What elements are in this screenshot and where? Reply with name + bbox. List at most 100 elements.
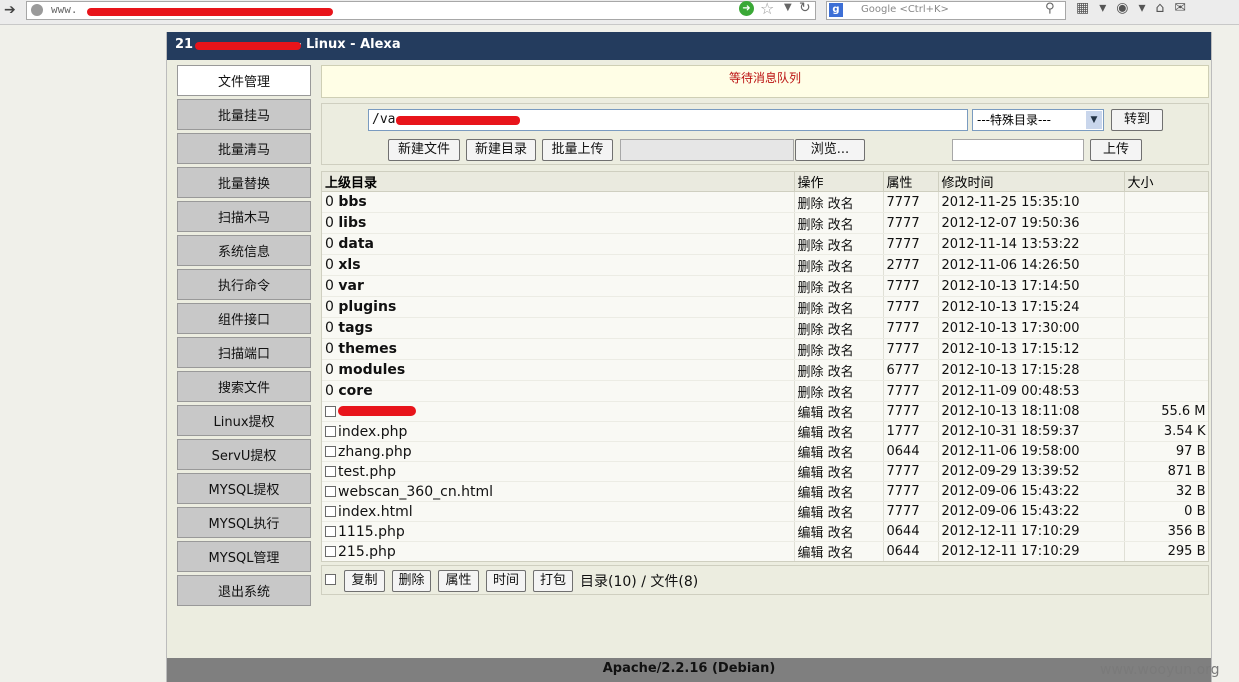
attribute-link[interactable]: 1777 xyxy=(883,421,939,442)
chevron-down-icon[interactable]: ▼ xyxy=(1086,111,1102,129)
modified-time-link[interactable]: 2012-11-09 00:48:53 xyxy=(938,380,1125,402)
upload-button[interactable]: 上传 xyxy=(1090,139,1142,161)
delete-button[interactable]: 删除 xyxy=(392,570,431,592)
attribute-link[interactable]: 2777 xyxy=(883,254,939,276)
batch-upload-button[interactable]: 批量上传 xyxy=(542,139,613,161)
modified-time-link[interactable]: 2012-10-13 17:30:00 xyxy=(938,317,1125,339)
attribute-link[interactable]: 0644 xyxy=(883,441,939,462)
modified-time-link[interactable]: 2012-10-31 18:59:37 xyxy=(938,421,1125,442)
modified-time-link[interactable]: 2012-10-13 17:15:24 xyxy=(938,296,1125,318)
rename-link[interactable]: 改名 xyxy=(828,281,854,296)
go-arrow-icon[interactable]: ➜ xyxy=(739,1,754,16)
history-dropdown-icon[interactable]: ▼ xyxy=(784,2,792,13)
attribute-button[interactable]: 属性 xyxy=(438,570,479,592)
rename-link[interactable]: 改名 xyxy=(828,406,854,421)
attribute-link[interactable]: 7777 xyxy=(883,501,939,522)
new-file-button[interactable]: 新建文件 xyxy=(388,139,460,161)
rename-link[interactable]: 改名 xyxy=(828,486,854,501)
file-link[interactable]: zhang.php xyxy=(338,444,412,460)
delete-link[interactable]: 删除 xyxy=(798,365,824,380)
rename-link[interactable]: 改名 xyxy=(828,260,854,275)
sidebar-item-linux-privesc[interactable]: Linux提权 xyxy=(177,405,311,436)
modified-time-link[interactable]: 2012-10-13 17:15:28 xyxy=(938,359,1125,381)
sidebar-item-servu-privesc[interactable]: ServU提权 xyxy=(177,439,311,470)
rename-link[interactable]: 改名 xyxy=(828,302,854,317)
sidebar-item-port-scan[interactable]: 扫描端口 xyxy=(177,337,311,368)
reload-icon[interactable]: ↻ xyxy=(799,0,811,16)
attribute-link[interactable]: 0644 xyxy=(883,541,939,561)
modified-time-link[interactable]: 2012-11-14 13:53:22 xyxy=(938,233,1125,255)
sidebar-item-search-files[interactable]: 搜索文件 xyxy=(177,371,311,402)
directory-link[interactable]: data xyxy=(338,236,374,252)
rename-link[interactable]: 改名 xyxy=(828,426,854,441)
sidebar-item-mysql-manage[interactable]: MYSQL管理 xyxy=(177,541,311,572)
file-checkbox[interactable] xyxy=(325,445,336,457)
file-checkbox[interactable] xyxy=(325,405,336,417)
addon-icon[interactable]: ▦ xyxy=(1076,0,1089,16)
delete-link[interactable]: 删除 xyxy=(798,302,824,317)
select-all-checkbox[interactable] xyxy=(325,574,336,585)
pack-button[interactable]: 打包 xyxy=(533,570,573,592)
delete-link[interactable]: 删除 xyxy=(798,197,824,212)
parent-directory-link[interactable]: 上级目录 xyxy=(322,172,795,192)
modified-time-link[interactable]: 2012-09-06 15:43:22 xyxy=(938,481,1125,502)
directory-link[interactable]: xls xyxy=(338,257,360,273)
delete-link[interactable]: 删除 xyxy=(798,323,824,338)
rename-link[interactable]: 改名 xyxy=(828,386,854,401)
sidebar-item-logout[interactable]: 退出系统 xyxy=(177,575,311,606)
file-link[interactable]: test.php xyxy=(338,464,396,480)
attribute-link[interactable]: 6777 xyxy=(883,359,939,381)
file-checkbox[interactable] xyxy=(325,425,336,437)
attribute-link[interactable]: 7777 xyxy=(883,275,939,297)
delete-link[interactable]: 删除 xyxy=(798,218,824,233)
directory-link[interactable]: themes xyxy=(338,341,397,357)
back-arrow-icon[interactable]: ➔ xyxy=(4,2,16,18)
time-button[interactable]: 时间 xyxy=(486,570,526,592)
sidebar-item-file-manager[interactable]: 文件管理 xyxy=(177,65,311,96)
rename-link[interactable]: 改名 xyxy=(828,506,854,521)
rename-link[interactable]: 改名 xyxy=(828,344,854,359)
address-bar[interactable]: www. xyxy=(26,1,816,20)
directory-link[interactable]: var xyxy=(338,278,363,294)
file-checkbox[interactable] xyxy=(325,525,336,537)
modified-time-link[interactable]: 2012-12-11 17:10:29 xyxy=(938,521,1125,542)
sidebar-item-scan-trojan[interactable]: 扫描木马 xyxy=(177,201,311,232)
sidebar-item-batch-replace[interactable]: 批量替换 xyxy=(177,167,311,198)
directory-link[interactable]: modules xyxy=(338,362,405,378)
modified-time-link[interactable]: 2012-11-06 19:58:00 xyxy=(938,441,1125,462)
modified-time-link[interactable]: 2012-12-07 19:50:36 xyxy=(938,212,1125,234)
edit-link[interactable]: 编辑 xyxy=(798,466,824,481)
browse-button[interactable]: 浏览... xyxy=(795,139,865,161)
delete-link[interactable]: 删除 xyxy=(798,239,824,254)
modified-time-link[interactable]: 2012-10-13 17:15:12 xyxy=(938,338,1125,360)
sidebar-item-component-interface[interactable]: 组件接口 xyxy=(177,303,311,334)
file-checkbox[interactable] xyxy=(325,545,336,557)
delete-link[interactable]: 删除 xyxy=(798,260,824,275)
rename-link[interactable]: 改名 xyxy=(828,197,854,212)
attribute-link[interactable]: 7777 xyxy=(883,317,939,339)
attribute-link[interactable]: 7777 xyxy=(883,212,939,234)
file-checkbox[interactable] xyxy=(325,505,336,517)
file-link[interactable]: index.html xyxy=(338,504,413,520)
file-checkbox[interactable] xyxy=(325,465,336,477)
directory-link[interactable]: plugins xyxy=(338,299,396,315)
modified-time-link[interactable]: 2012-11-06 14:26:50 xyxy=(938,254,1125,276)
edit-link[interactable]: 编辑 xyxy=(798,546,824,561)
attribute-link[interactable]: 7777 xyxy=(883,380,939,402)
mail-icon[interactable]: ✉ xyxy=(1174,0,1186,16)
copy-button[interactable]: 复制 xyxy=(344,570,385,592)
new-directory-button[interactable]: 新建目录 xyxy=(466,139,536,161)
delete-link[interactable]: 删除 xyxy=(798,281,824,296)
directory-link[interactable]: tags xyxy=(338,320,373,336)
directory-link[interactable]: core xyxy=(338,383,372,399)
sidebar-item-mysql-exec[interactable]: MYSQL执行 xyxy=(177,507,311,538)
file-checkbox[interactable] xyxy=(325,485,336,497)
rename-link[interactable]: 改名 xyxy=(828,466,854,481)
special-directory-select[interactable]: ---特殊目录--- ▼ xyxy=(972,109,1104,131)
rename-link[interactable]: 改名 xyxy=(828,365,854,380)
sidebar-item-exec-command[interactable]: 执行命令 xyxy=(177,269,311,300)
directory-link[interactable]: libs xyxy=(338,215,366,231)
attribute-link[interactable]: 7777 xyxy=(883,338,939,360)
rename-link[interactable]: 改名 xyxy=(828,446,854,461)
modified-time-link[interactable]: 2012-11-25 15:35:10 xyxy=(938,191,1125,213)
